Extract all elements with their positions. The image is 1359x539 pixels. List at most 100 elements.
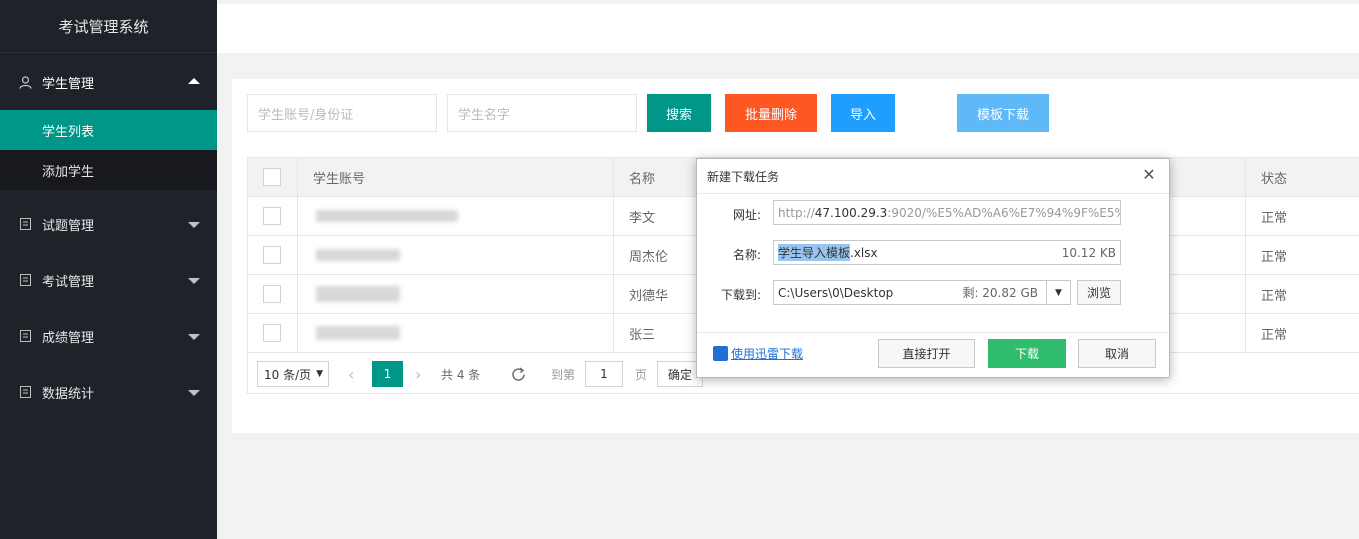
student-status: 正常: [1261, 288, 1288, 304]
filename-selected: 学生导入模板: [778, 244, 851, 261]
batch-delete-button[interactable]: 批量删除: [725, 94, 817, 132]
dialog-footer: 使用迅雷下载 直接打开 下载 取消: [697, 333, 1169, 377]
save-path-field[interactable]: C:\Users\0\Desktop 剩: 20.82 GB ▼: [773, 280, 1071, 305]
sidebar: 考试管理系统 学生管理 学生列表 添加学生 试题管理 考试管理 成绩管理 数据统…: [0, 0, 217, 539]
student-name: 张三: [629, 327, 656, 343]
filename-label: 名称:: [732, 248, 761, 262]
dialog-body: 网址: http://47.100.29.3:9020/%E5%AD%A6%E7…: [697, 193, 1169, 333]
chevron-down-icon: ▼: [316, 369, 324, 379]
nav-label: 学生管理: [42, 76, 95, 92]
dialog-title-bar: 新建下载任务 ✕: [697, 159, 1169, 193]
column-divider: [297, 275, 298, 313]
account-blurred: [316, 314, 400, 352]
row-checkbox[interactable]: [263, 285, 281, 303]
page-size-value: 10 条/页: [264, 367, 312, 382]
close-icon[interactable]: ✕: [1141, 167, 1157, 183]
filename-field[interactable]: 学生导入模板 .xlsx 10.12 KB: [773, 240, 1121, 265]
template-download-button[interactable]: 模板下载: [957, 94, 1049, 132]
total-count: 共 4 条: [441, 367, 481, 382]
header-status: 状态: [1261, 171, 1288, 187]
goto-page-input[interactable]: 1: [585, 361, 623, 387]
cancel-button[interactable]: 取消: [1078, 339, 1156, 368]
nav-label: 数据统计: [42, 386, 95, 402]
download-button[interactable]: 下载: [988, 339, 1066, 368]
document-icon: [18, 385, 32, 399]
column-divider: [1245, 197, 1246, 235]
import-button[interactable]: 导入: [831, 94, 895, 132]
thunder-label: 使用迅雷下载: [731, 347, 804, 361]
url-label: 网址:: [732, 208, 761, 222]
header-account: 学生账号: [313, 171, 366, 187]
open-directly-button[interactable]: 直接打开: [878, 339, 975, 368]
nav-exam-management[interactable]: 考试管理: [0, 252, 217, 308]
nav-statistics[interactable]: 数据统计: [0, 364, 217, 420]
nav-score-management[interactable]: 成绩管理: [0, 308, 217, 364]
page-unit-label: 页: [635, 367, 648, 382]
column-divider: [297, 236, 298, 274]
sub-item-add-student[interactable]: 添加学生: [0, 150, 217, 190]
row-checkbox[interactable]: [263, 246, 281, 264]
free-space: 剩: 20.82 GB: [962, 286, 1038, 300]
column-divider: [613, 197, 614, 235]
url-rest: :9020/%E5%AD%A6%E7%94%9F%E5%AF: [887, 205, 1121, 220]
app-logo: 考试管理系统: [0, 0, 217, 53]
refresh-icon[interactable]: [510, 361, 527, 387]
prev-page-icon[interactable]: ‹: [348, 361, 354, 387]
column-divider: [1245, 314, 1246, 352]
file-size: 10.12 KB: [1061, 245, 1116, 260]
account-search-input[interactable]: 学生账号/身份证: [247, 94, 437, 132]
column-divider: [297, 314, 298, 352]
account-blurred: [316, 197, 458, 235]
nav-label: 考试管理: [42, 274, 95, 290]
student-name: 李文: [629, 210, 656, 226]
top-header: [217, 0, 1359, 53]
column-divider: [297, 197, 298, 235]
dialog-title: 新建下载任务: [707, 169, 780, 184]
account-blurred: [316, 275, 400, 313]
column-divider: [297, 158, 298, 196]
next-page-icon[interactable]: ›: [415, 361, 421, 387]
select-all-checkbox[interactable]: [263, 168, 281, 186]
chevron-down-icon: [188, 278, 200, 284]
column-divider: [613, 314, 614, 352]
page-1-button[interactable]: 1: [372, 361, 403, 387]
nav-label: 成绩管理: [42, 330, 95, 346]
column-divider: [1245, 236, 1246, 274]
student-name: 刘德华: [629, 288, 669, 304]
column-divider: [613, 158, 614, 196]
header-name: 名称: [629, 171, 656, 187]
chevron-down-icon: [188, 334, 200, 340]
url-prefix: http://: [778, 205, 815, 220]
student-name: 周杰伦: [629, 249, 669, 265]
browse-button[interactable]: 浏览: [1077, 280, 1121, 305]
page-size-select[interactable]: 10 条/页 ▼: [257, 361, 329, 387]
name-search-input[interactable]: 学生名字: [447, 94, 637, 132]
user-icon: [18, 75, 32, 89]
chevron-down-icon[interactable]: ▼: [1046, 281, 1070, 304]
student-status: 正常: [1261, 249, 1288, 265]
chevron-up-icon: [188, 78, 200, 84]
student-status: 正常: [1261, 210, 1288, 226]
url-host: 47.100.29.3: [814, 205, 888, 220]
thunder-download-link[interactable]: 使用迅雷下载: [713, 345, 803, 362]
search-button[interactable]: 搜索: [647, 94, 711, 132]
nav-label: 试题管理: [42, 218, 95, 234]
submenu-student: 学生列表 添加学生: [0, 110, 217, 190]
save-path: C:\Users\0\Desktop: [778, 285, 894, 300]
chevron-down-icon: [188, 222, 200, 228]
saveto-label: 下载到:: [720, 288, 761, 302]
goto-label: 到第: [551, 367, 576, 382]
chevron-down-icon: [188, 390, 200, 396]
filename-ext: .xlsx: [850, 245, 878, 260]
column-divider: [1245, 158, 1246, 196]
sub-item-student-list[interactable]: 学生列表: [0, 110, 217, 150]
document-icon: [18, 329, 32, 343]
document-icon: [18, 217, 32, 231]
column-divider: [613, 275, 614, 313]
nav-question-management[interactable]: 试题管理: [0, 196, 217, 252]
thunder-icon: [713, 346, 728, 361]
row-checkbox[interactable]: [263, 207, 281, 225]
row-checkbox[interactable]: [263, 324, 281, 342]
nav-student-management[interactable]: 学生管理: [0, 54, 217, 110]
url-field[interactable]: http://47.100.29.3:9020/%E5%AD%A6%E7%94%…: [773, 200, 1121, 225]
